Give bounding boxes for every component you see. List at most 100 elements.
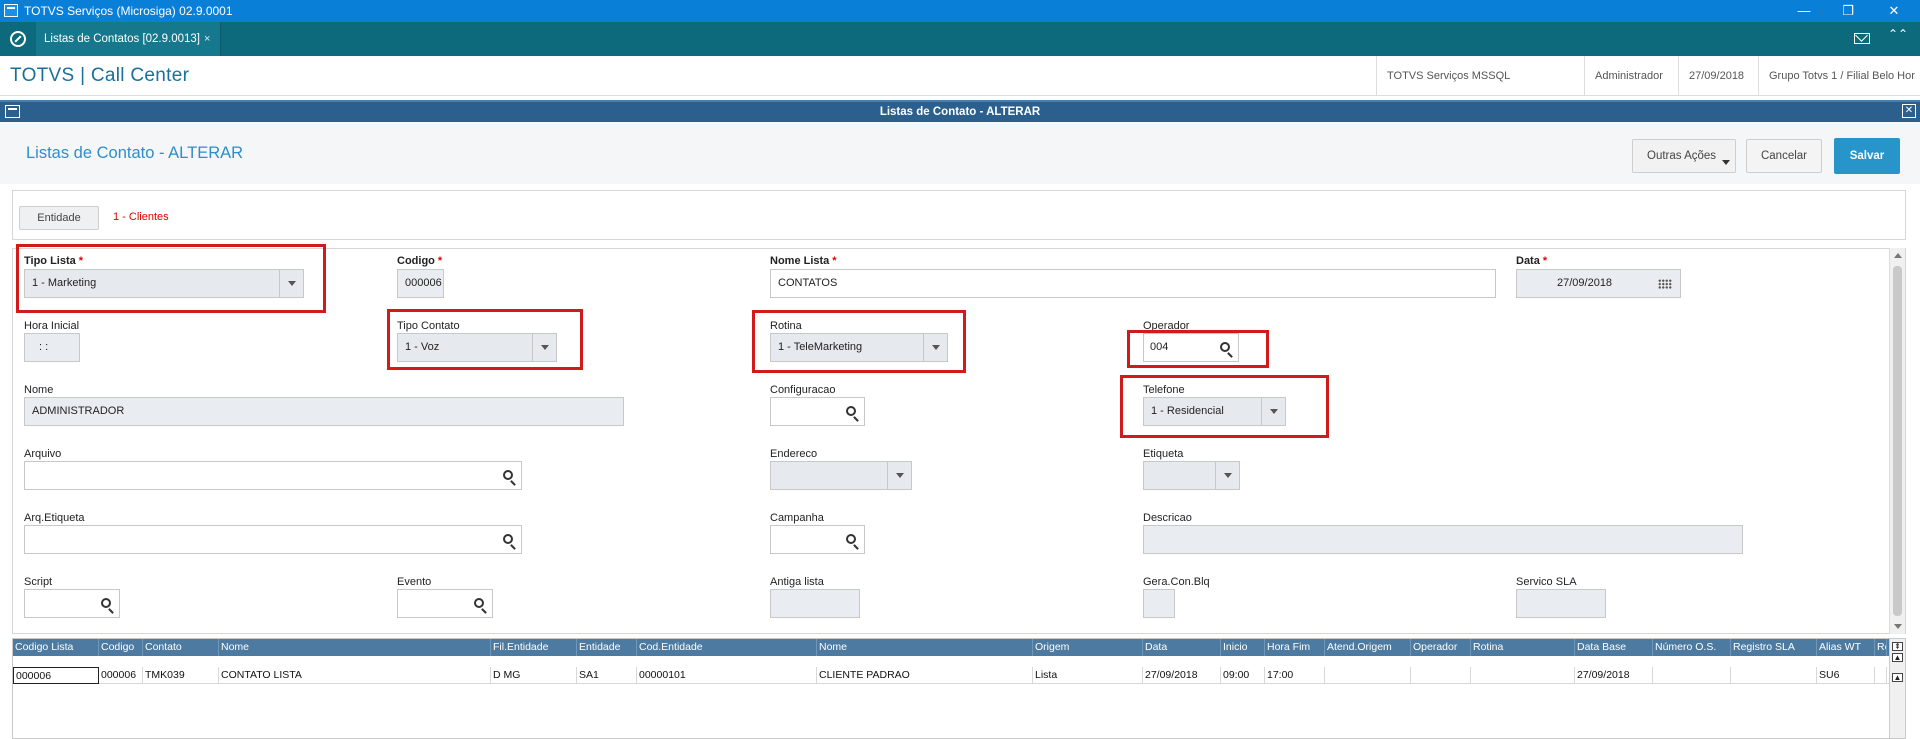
tipo-lista-select[interactable]: 1 - Marketing [24, 269, 304, 298]
grid-column-header[interactable]: Nome [219, 639, 491, 656]
dropdown-arrow-icon[interactable] [1215, 462, 1239, 489]
gera-con-blq-label: Gera.Con.Blq [1143, 576, 1210, 588]
cancel-button[interactable]: Cancelar [1746, 139, 1822, 173]
outras-acoes-button[interactable]: Outras Ações [1632, 139, 1736, 173]
grid-cell[interactable]: SU6 [1817, 667, 1875, 684]
grid-column-header[interactable]: Fil.Entidade [491, 639, 577, 656]
restore-button[interactable]: ❐ [1836, 2, 1860, 20]
grid-cell[interactable]: 09:00 [1221, 667, 1265, 684]
grid-scrollbar[interactable]: ⇞ ▲ ▲ [1889, 639, 1905, 738]
dialog-close-button[interactable]: ✕ [1902, 104, 1916, 118]
form-scrollbar[interactable] [1889, 248, 1905, 634]
dropdown-arrow-icon[interactable] [923, 334, 947, 361]
grid-column-header[interactable]: Re [1875, 639, 1887, 656]
scroll-top-icon[interactable]: ⇞ [1892, 642, 1903, 651]
hora-inicial-field[interactable]: : : [24, 333, 80, 362]
search-icon[interactable] [846, 534, 856, 544]
tab-close-icon[interactable]: × [204, 33, 210, 45]
grid-cell[interactable] [1731, 667, 1817, 684]
grid-column-header[interactable]: Codigo [99, 639, 143, 656]
grid-column-header[interactable]: Contato [143, 639, 219, 656]
grid-column-header[interactable]: Cod.Entidade [637, 639, 817, 656]
dropdown-arrow-icon[interactable] [1261, 398, 1285, 425]
grid-cell[interactable]: Lista [1033, 667, 1143, 684]
grid-cell[interactable]: SA1 [577, 667, 637, 684]
grid-column-header[interactable]: Alias WT [1817, 639, 1875, 656]
mail-icon[interactable] [1854, 33, 1870, 44]
search-icon[interactable] [474, 598, 484, 608]
scroll-down-icon[interactable] [1894, 624, 1902, 629]
gera-con-blq-field[interactable] [1143, 589, 1175, 618]
endereco-select[interactable] [770, 461, 912, 490]
grid-column-header[interactable]: Entidade [577, 639, 637, 656]
grid-column-header[interactable]: Rotina [1471, 639, 1575, 656]
tab-listas-de-contatos[interactable]: Listas de Contatos [02.9.0013] × [36, 22, 222, 56]
table-row[interactable]: 000006 000006 TMK039 CONTATO LISTA D MG SA1 00… [13, 667, 1889, 684]
dropdown-arrow-icon[interactable] [887, 462, 911, 489]
grid-cell[interactable]: 27/09/2018 [1575, 667, 1653, 684]
scroll-thumb[interactable] [1893, 266, 1902, 616]
entidade-button[interactable]: Entidade [19, 206, 99, 230]
data-field[interactable]: 27/09/2018 [1516, 269, 1681, 298]
arq-etiqueta-field[interactable] [24, 525, 522, 554]
campanha-field[interactable] [770, 525, 865, 554]
grid-column-header[interactable]: Atend.Origem [1325, 639, 1411, 656]
grid-cell[interactable] [1875, 667, 1887, 684]
grid-column-header[interactable]: Data [1143, 639, 1221, 656]
calendar-icon[interactable] [1658, 279, 1672, 289]
operador-field[interactable]: 004 [1143, 333, 1239, 362]
grid-cell[interactable]: 000006 [13, 667, 99, 684]
grid-column-header[interactable]: Operador [1411, 639, 1471, 656]
nome-lista-field[interactable]: CONTATOS [770, 269, 1496, 298]
grid-column-header[interactable]: Nome [817, 639, 1033, 656]
scroll-up-icon[interactable] [1894, 253, 1902, 258]
search-icon[interactable] [101, 598, 111, 608]
antiga-lista-field[interactable] [770, 589, 860, 618]
totvs-menu-icon[interactable] [10, 31, 26, 47]
grid-column-header[interactable]: Inicio [1221, 639, 1265, 656]
search-icon[interactable] [503, 470, 513, 480]
grid-column-header[interactable]: Codigo Lista [13, 639, 99, 656]
close-window-button[interactable]: ✕ [1882, 2, 1906, 20]
date-info: 27/09/2018 [1678, 56, 1758, 96]
evento-field[interactable] [397, 589, 493, 618]
search-icon[interactable] [503, 534, 513, 544]
grid-cell[interactable]: 27/09/2018 [1143, 667, 1221, 684]
servico-sla-field[interactable] [1516, 589, 1606, 618]
search-icon[interactable] [1220, 342, 1230, 352]
grid-column-header[interactable]: Número O.S. [1653, 639, 1731, 656]
save-button[interactable]: Salvar [1834, 138, 1900, 174]
script-field[interactable] [24, 589, 120, 618]
grid-cell[interactable]: D MG [491, 667, 577, 684]
expand-icon[interactable]: ⌃⌃ [1888, 28, 1908, 48]
grid-column-header[interactable]: Origem [1033, 639, 1143, 656]
grid-cell[interactable] [1653, 667, 1731, 684]
telefone-select[interactable]: 1 - Residencial [1143, 397, 1286, 426]
grid-column-header[interactable]: Data Base [1575, 639, 1653, 656]
dropdown-arrow-icon[interactable] [532, 334, 556, 361]
etiqueta-select[interactable] [1143, 461, 1240, 490]
dropdown-arrow-icon[interactable] [279, 270, 303, 297]
nome-field[interactable]: ADMINISTRADOR [24, 397, 624, 426]
minimize-button[interactable]: — [1792, 2, 1816, 20]
scroll-up-icon[interactable]: ▲ [1892, 673, 1903, 682]
rotina-select[interactable]: 1 - TeleMarketing [770, 333, 948, 362]
configuracao-field[interactable] [770, 397, 865, 426]
search-icon[interactable] [846, 406, 856, 416]
grid-cell[interactable]: 000006 [99, 667, 143, 684]
codigo-field[interactable]: 000006 [397, 269, 444, 298]
grid-cell[interactable]: 00000101 [637, 667, 817, 684]
descricao-field[interactable] [1143, 525, 1743, 554]
grid-cell[interactable]: TMK039 [143, 667, 219, 684]
grid-cell[interactable]: CONTATO LISTA [219, 667, 491, 684]
grid-cell[interactable] [1471, 667, 1575, 684]
tipo-contato-select[interactable]: 1 - Voz [397, 333, 557, 362]
arquivo-field[interactable] [24, 461, 522, 490]
grid-column-header[interactable]: Registro SLA [1731, 639, 1817, 656]
grid-cell[interactable] [1325, 667, 1411, 684]
grid-cell[interactable]: 17:00 [1265, 667, 1325, 684]
grid-column-header[interactable]: Hora Fim [1265, 639, 1325, 656]
scroll-up-icon[interactable]: ▲ [1892, 653, 1903, 662]
grid-cell[interactable]: CLIENTE PADRAO [817, 667, 1033, 684]
grid-cell[interactable] [1411, 667, 1471, 684]
